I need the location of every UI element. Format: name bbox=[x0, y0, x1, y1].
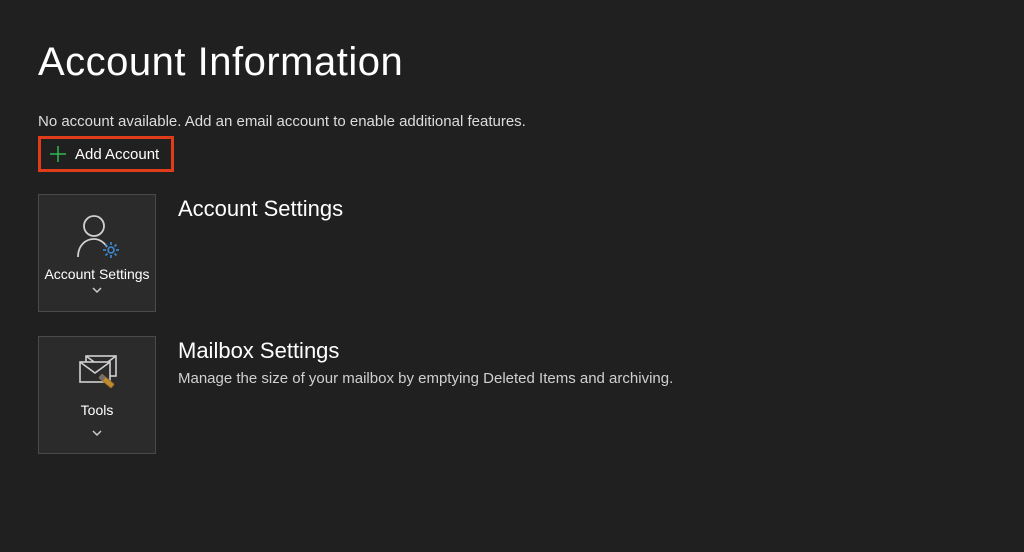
account-settings-section: Account Settings Account Settings bbox=[38, 194, 986, 312]
chevron-down-icon bbox=[92, 286, 102, 294]
mailbox-tools-icon bbox=[72, 348, 122, 396]
plus-icon bbox=[49, 145, 67, 163]
mailbox-settings-description: Manage the size of your mailbox by empty… bbox=[178, 370, 673, 387]
mailbox-settings-heading: Mailbox Settings bbox=[178, 338, 673, 364]
no-account-message: No account available. Add an email accou… bbox=[38, 113, 986, 130]
account-settings-tile[interactable]: Account Settings bbox=[38, 194, 156, 312]
person-gear-icon bbox=[72, 212, 122, 260]
tools-tile[interactable]: Tools bbox=[38, 336, 156, 454]
chevron-down-icon bbox=[92, 424, 102, 442]
add-account-label: Add Account bbox=[75, 146, 159, 163]
mailbox-settings-section: Tools Mailbox Settings Manage the size o… bbox=[38, 336, 986, 454]
account-settings-tile-label: Account Settings bbox=[43, 266, 151, 294]
tools-tile-label: Tools bbox=[81, 402, 114, 420]
page-title: Account Information bbox=[38, 40, 986, 85]
account-settings-heading: Account Settings bbox=[178, 196, 343, 222]
add-account-button[interactable]: Add Account bbox=[38, 136, 174, 172]
